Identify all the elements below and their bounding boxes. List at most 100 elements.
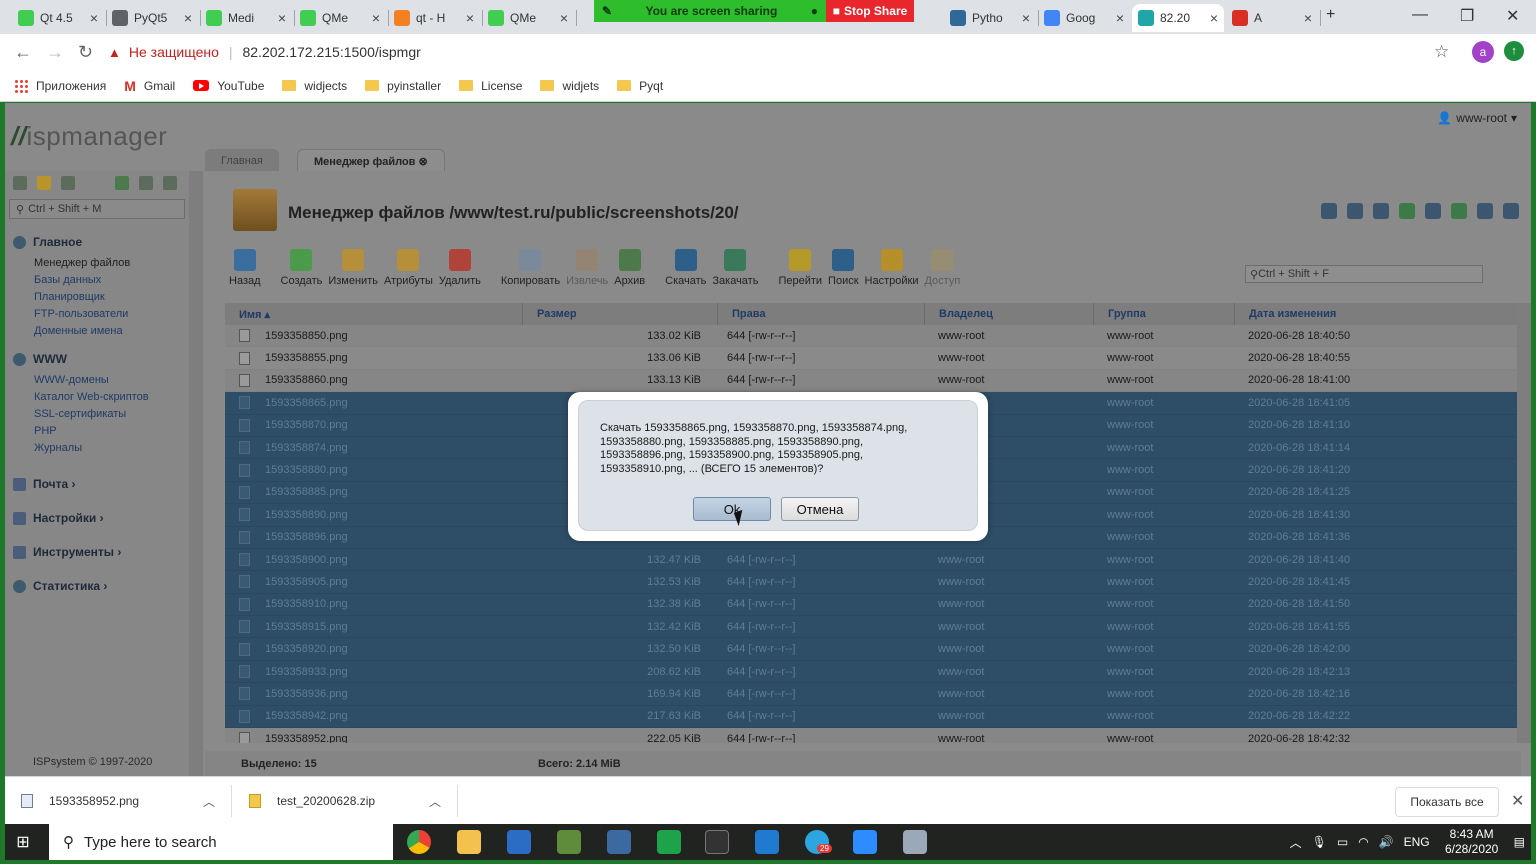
table-row[interactable]: 1593358952.png 222.05 KiB 644 [-rw-r--r--]… [225, 728, 1517, 743]
qt-designer-icon[interactable] [657, 830, 681, 854]
toolbar-button[interactable]: Настройки [865, 249, 918, 295]
close-tab-icon[interactable]: × [278, 10, 286, 26]
sidebar-item[interactable]: FTP-пользователи [13, 306, 189, 323]
close-icon[interactable]: ✕ [1511, 791, 1524, 811]
pin-icon[interactable] [163, 176, 177, 190]
sidebar-item[interactable]: Доменные имена [13, 323, 189, 340]
tab-file-manager[interactable]: Менеджер файлов ⊗ [297, 149, 445, 173]
maximize-window-button[interactable]: ❐ [1460, 6, 1474, 26]
ok-button[interactable]: Ok [693, 497, 771, 521]
sidebar-item[interactable]: Менеджер файлов [13, 255, 189, 272]
tab-home[interactable]: Главная [205, 149, 279, 173]
table-row[interactable]: 1593358860.png 133.13 KiB 644 [-rw-r--r--]… [225, 369, 1517, 393]
close-tab-icon[interactable]: × [1210, 10, 1218, 26]
save-disk-icon[interactable] [507, 830, 531, 854]
globe-icon[interactable] [1399, 203, 1415, 219]
toolbar-button[interactable]: Закачать [712, 249, 758, 295]
close-tab-icon[interactable]: × [1304, 10, 1312, 26]
sidebar-scrollbar[interactable] [189, 171, 203, 776]
toolbar-button[interactable]: Перейти [778, 249, 822, 295]
table-row[interactable]: 1593358915.png 132.42 KiB 644 [-rw-r--r--]… [225, 616, 1517, 639]
sidebar-section-header[interactable]: Статистика › [13, 579, 189, 593]
toolbar-button[interactable]: Скачать [665, 249, 706, 295]
table-row[interactable]: 1593358920.png 132.50 KiB 644 [-rw-r--r--]… [225, 638, 1517, 661]
print-icon[interactable] [1477, 203, 1493, 219]
download-item[interactable]: 1593358952.png ︿ [21, 785, 221, 817]
column-owner[interactable]: Владелец [925, 303, 1094, 325]
toolbar-button[interactable]: Изменить [328, 249, 378, 295]
sidebar-section-header[interactable]: Главное [13, 235, 189, 249]
browser-tab[interactable]: Medi × [200, 4, 292, 32]
close-tab-icon[interactable]: × [560, 10, 568, 26]
star-icon[interactable] [1347, 203, 1363, 219]
pin-icon[interactable] [1373, 203, 1389, 219]
browser-tab[interactable]: A × [1226, 4, 1318, 32]
close-tab-icon[interactable]: × [90, 10, 98, 26]
toolbar-button[interactable]: Атрибуты [384, 249, 433, 295]
chevron-up-icon[interactable]: ︿ [203, 793, 215, 810]
sidebar-item[interactable]: Базы данных [13, 272, 189, 289]
export-icon[interactable] [1451, 203, 1467, 219]
bookmark-item[interactable]: Приложения [14, 78, 106, 93]
browser-tab[interactable]: Pytho × [944, 4, 1036, 32]
browser-tab[interactable]: Goog × [1038, 4, 1130, 32]
table-row[interactable]: 1593358936.png 169.94 KiB 644 [-rw-r--r--]… [225, 683, 1517, 706]
toolbar-button[interactable]: Назад [229, 249, 261, 295]
close-window-button[interactable]: ✕ [1506, 6, 1519, 26]
column-size[interactable]: Размер [523, 303, 718, 325]
table-row[interactable]: 1593358850.png 133.02 KiB 644 [-rw-r--r--]… [225, 325, 1517, 348]
new-tab-icon[interactable]: + [1326, 6, 1335, 24]
toolbar-button[interactable]: Доступ [924, 249, 960, 295]
insecure-label[interactable]: Не защищено [129, 44, 219, 60]
sidebar-item[interactable]: Планировщик [13, 289, 189, 306]
update-arrow-icon[interactable]: ↑ [1504, 41, 1524, 61]
back-arrow-icon[interactable]: ← [14, 42, 32, 63]
download-item[interactable]: test_20200628.zip ︿ [249, 785, 449, 817]
bookmark-star-icon[interactable]: ☆ [1434, 42, 1449, 62]
vscode-icon[interactable] [755, 830, 779, 854]
chrome-icon[interactable] [407, 830, 431, 854]
bookmark-item[interactable]: pyinstaller [365, 79, 441, 93]
file-search-input[interactable]: ⚲ Ctrl + Shift + F [1245, 265, 1483, 283]
sidebar-search-input[interactable]: ⚲ Ctrl + Shift + M [9, 199, 185, 219]
sidebar-section-header[interactable]: Почта › [13, 477, 189, 491]
windows-start-icon[interactable]: ⊞ [5, 824, 41, 860]
close-tab-icon[interactable]: × [1116, 10, 1124, 26]
sidebar-item[interactable]: Каталог Web-скриптов [13, 389, 189, 406]
file-explorer-icon[interactable] [457, 830, 481, 854]
clock[interactable]: 8:43 AM 6/28/2020 [1440, 827, 1504, 857]
profile-avatar[interactable]: a [1472, 41, 1494, 63]
battery-icon[interactable]: ▭ [1337, 835, 1348, 849]
volume-icon[interactable]: 🔊 [1379, 835, 1394, 849]
show-all-downloads-button[interactable]: Показать все [1395, 787, 1499, 817]
table-row[interactable]: 1593358855.png 133.06 KiB 644 [-rw-r--r--]… [225, 347, 1517, 370]
toolbar-button[interactable]: Удалить [439, 249, 481, 295]
sidebar-item[interactable]: PHP [13, 423, 189, 440]
language-indicator[interactable]: ENG [1404, 835, 1430, 849]
close-tab-icon[interactable]: × [372, 10, 380, 26]
close-tab-icon[interactable]: × [1022, 10, 1030, 26]
column-name[interactable]: Имя ▴ [225, 303, 523, 325]
toolbar-button[interactable]: Архив [614, 249, 645, 295]
browser-tab[interactable]: Qt 4.5 × [12, 4, 104, 32]
wifi-icon[interactable]: ◠ [1358, 835, 1368, 849]
table-row[interactable]: 1593358910.png 132.38 KiB 644 [-rw-r--r--]… [225, 593, 1517, 617]
close-tab-icon[interactable]: × [466, 10, 474, 26]
browser-tab[interactable]: qt - H × [388, 4, 480, 32]
sidebar-section-header[interactable]: WWW [13, 352, 189, 366]
sidebar-item[interactable]: SSL-сертификаты [13, 406, 189, 423]
microphone-icon[interactable]: 🎙 [1312, 835, 1327, 849]
chevron-up-icon[interactable]: ︿ [1290, 834, 1302, 851]
table-row[interactable]: 1593358905.png 132.53 KiB 644 [-rw-r--r--]… [225, 571, 1517, 594]
collapse-all-icon[interactable] [139, 176, 153, 190]
bookmark-item[interactable]: widjects [282, 79, 347, 93]
minimize-window-button[interactable]: — [1412, 6, 1428, 24]
sidebar-item[interactable]: WWW-домены [13, 372, 189, 389]
bookmark-item[interactable]: M Gmail [124, 78, 175, 94]
browser-tab[interactable]: PyQt5 × [106, 4, 198, 32]
toolbar-button[interactable]: Копировать [501, 249, 560, 295]
table-scrollbar[interactable] [1517, 303, 1531, 743]
column-group[interactable]: Группа [1094, 303, 1235, 325]
sidebar-item[interactable]: Журналы [13, 440, 189, 457]
app-icon[interactable] [903, 830, 927, 854]
